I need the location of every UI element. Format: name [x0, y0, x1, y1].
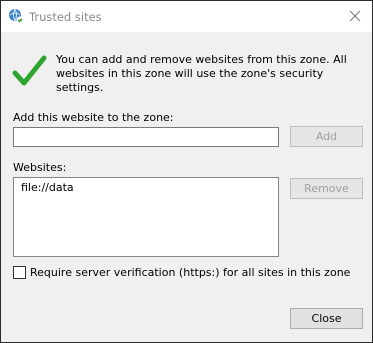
- require-https-row[interactable]: Require server verification (https:) for…: [13, 266, 350, 279]
- add-website-field[interactable]: [14, 128, 278, 146]
- close-icon[interactable]: [343, 5, 367, 27]
- add-website-input[interactable]: [13, 127, 279, 147]
- close-button[interactable]: Close: [290, 308, 363, 329]
- websites-label: Websites:: [13, 161, 67, 174]
- green-checkmark-icon: [11, 53, 47, 89]
- list-item[interactable]: file://data: [14, 178, 278, 194]
- trusted-sites-dialog: Trusted sites You can add and remove web…: [0, 0, 373, 343]
- window-title: Trusted sites: [29, 10, 102, 24]
- remove-button[interactable]: Remove: [290, 178, 363, 199]
- require-https-checkbox[interactable]: [13, 266, 26, 279]
- require-https-label: Require server verification (https:) for…: [30, 266, 351, 279]
- globe-check-icon: [8, 8, 24, 24]
- add-website-label: Add this website to the zone:: [13, 111, 174, 124]
- zone-info-text: You can add and remove websites from thi…: [56, 53, 347, 94]
- websites-list[interactable]: file://data: [13, 177, 279, 257]
- title-bar: Trusted sites: [1, 1, 372, 32]
- add-button[interactable]: Add: [290, 126, 363, 147]
